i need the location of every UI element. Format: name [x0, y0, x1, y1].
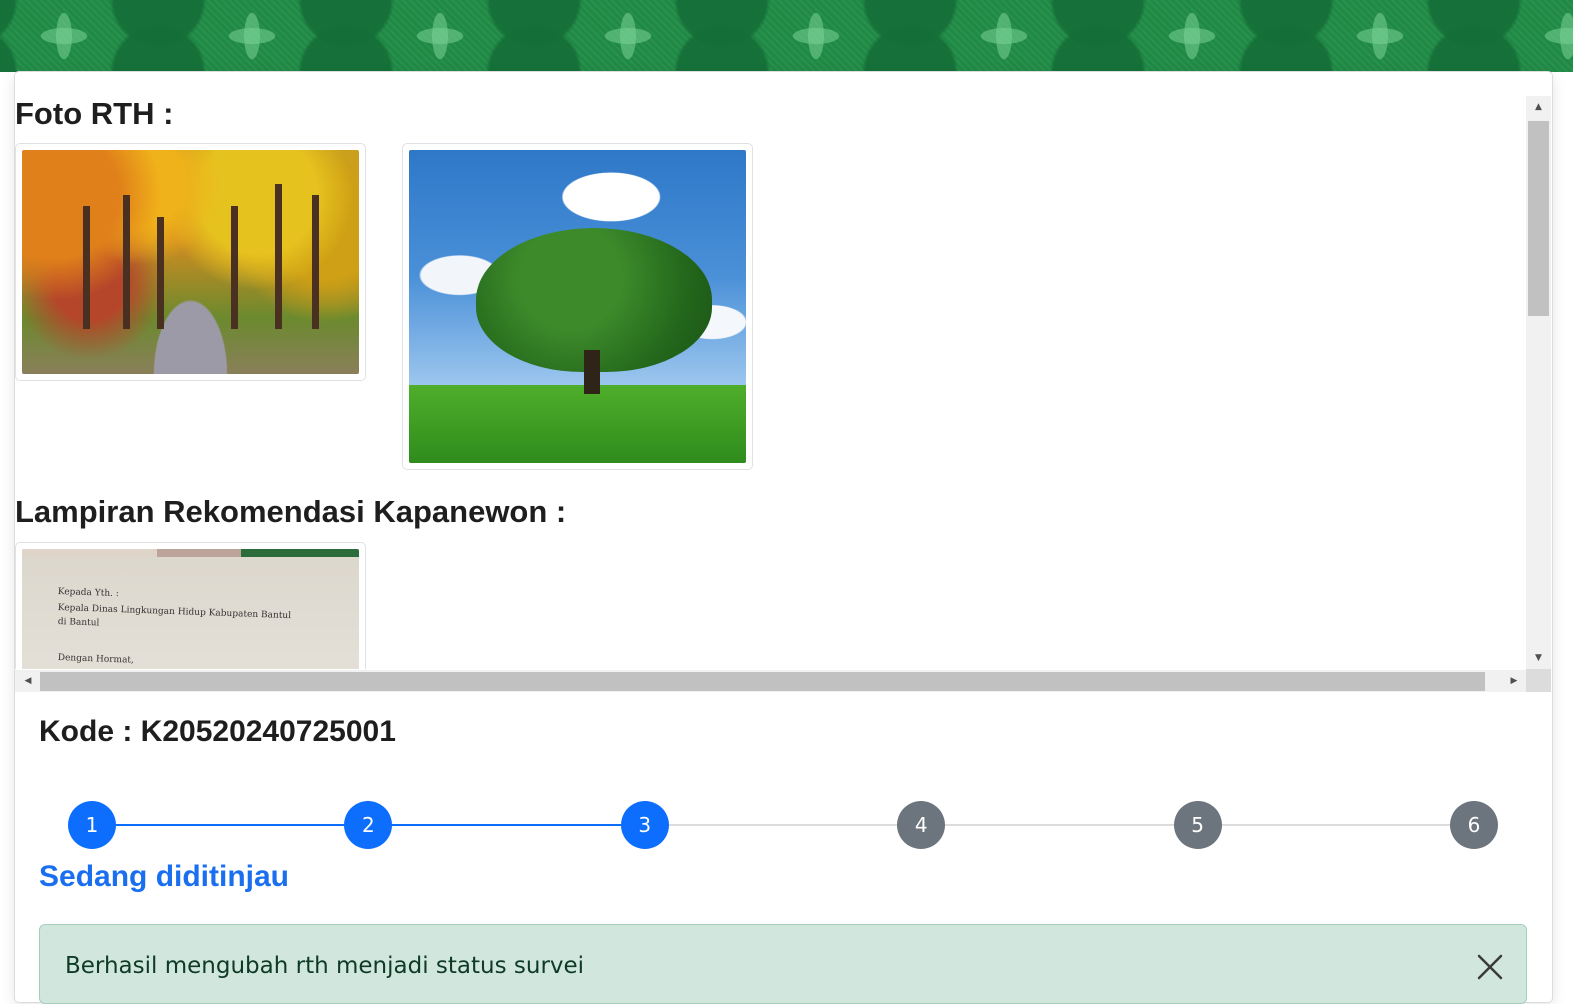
attachments-scroll-area[interactable]: Foto RTH : Lampiran Rekomendasi Kapanewo… [15, 96, 1525, 669]
rth-photo-thumbnail-2[interactable] [402, 143, 753, 470]
alert-message: Berhasil mengubah rth menjadi status sur… [65, 953, 585, 979]
stepper-step-1: 1 [68, 801, 116, 849]
close-icon[interactable] [1476, 953, 1504, 981]
letter-line: Kepada Yth. : [57, 587, 119, 600]
single-tree-photo [409, 150, 746, 463]
stepper-connector [1197, 824, 1474, 826]
letter-line: Dengan Hormat, [57, 653, 135, 666]
scroll-right-arrow-icon[interactable]: ▶ [1503, 670, 1525, 692]
rth-photo-thumbnail-1[interactable] [15, 143, 366, 381]
stepper-step-5: 5 [1173, 801, 1222, 849]
kode-label: Kode : K20520240725001 [39, 715, 396, 748]
scroll-down-arrow-icon[interactable]: ▼ [1526, 649, 1551, 667]
vertical-scroll-thumb[interactable] [1528, 121, 1549, 316]
progress-stepper: 1 2 3 4 5 6 [68, 801, 1498, 849]
stepper-connector [92, 824, 369, 826]
stepper-connector [644, 824, 922, 826]
header-batik-banner [0, 0, 1573, 72]
foto-rth-title: Foto RTH : [15, 96, 174, 131]
letter-photo: Kepada Yth. : Kepala Dinas Lingkungan Hi… [22, 549, 359, 669]
scroll-up-arrow-icon[interactable]: ▲ [1526, 98, 1551, 116]
stepper-connector [921, 824, 1198, 826]
horizontal-scroll-thumb[interactable] [40, 672, 1485, 691]
stepper-step-2: 2 [344, 801, 393, 849]
letter-line: di Bantul [57, 617, 100, 629]
stepper-step-4: 4 [897, 801, 946, 849]
vertical-scrollbar[interactable]: ▲ ▼ [1526, 96, 1551, 669]
scrollbar-corner [1526, 669, 1551, 692]
stepper-step-6: 6 [1450, 801, 1498, 849]
success-alert: Berhasil mengubah rth menjadi status sur… [39, 924, 1527, 1004]
stepper-step-3: 3 [620, 801, 669, 849]
status-label: Sedang diditinjau [39, 860, 290, 893]
stepper-connector [368, 824, 645, 826]
scroll-left-arrow-icon[interactable]: ◀ [17, 670, 39, 692]
lampiran-title: Lampiran Rekomendasi Kapanewon : [15, 494, 567, 529]
lampiran-thumbnail[interactable]: Kepada Yth. : Kepala Dinas Lingkungan Hi… [15, 542, 366, 669]
horizontal-scrollbar[interactable]: ◀ ▶ [15, 670, 1551, 692]
autumn-road-photo [22, 150, 359, 374]
